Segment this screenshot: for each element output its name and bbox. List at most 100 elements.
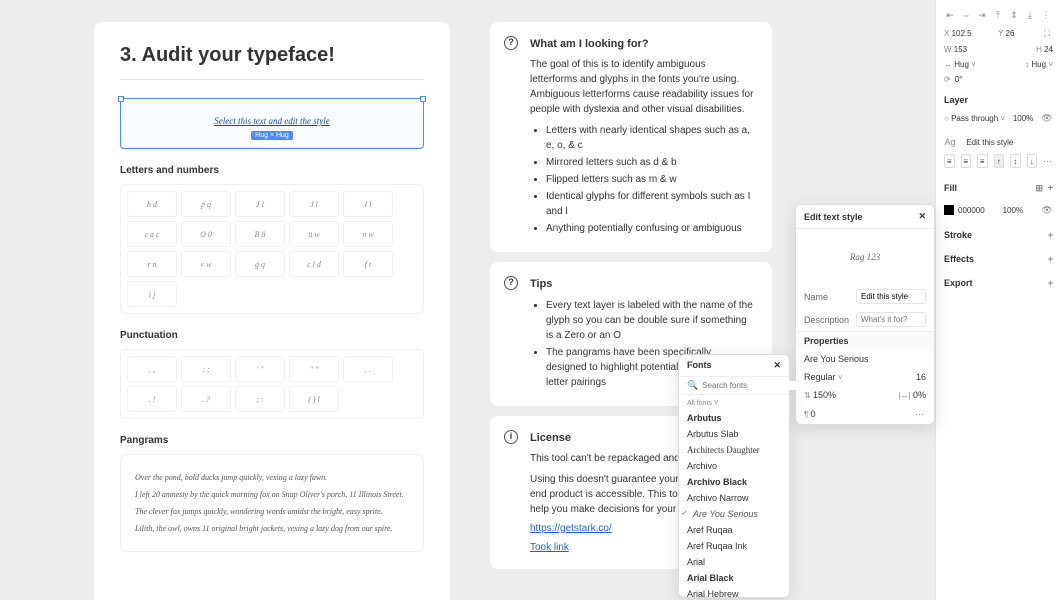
fill-hex[interactable]: 000000 <box>958 206 985 215</box>
font-item[interactable]: Archivo Narrow <box>679 490 789 506</box>
font-weight[interactable]: Regular ˅ <box>804 372 910 382</box>
line-height[interactable]: 150% <box>813 390 836 400</box>
eye-icon[interactable]: 👁 <box>1041 112 1053 124</box>
glyph-cell[interactable]: ' " <box>235 356 285 382</box>
letter-spacing[interactable]: 0% <box>913 390 926 400</box>
pangram-line[interactable]: The clever fox jumps quickly, wondering … <box>135 507 409 516</box>
close-icon[interactable]: ✕ <box>773 360 781 371</box>
align-left-icon[interactable]: ⇤ <box>944 9 956 21</box>
glyph-cell[interactable]: . , <box>127 356 177 382</box>
para-spacing[interactable]: 0 <box>811 409 816 419</box>
close-icon[interactable]: ✕ <box>918 211 926 222</box>
glyph-cell[interactable]: r n <box>127 251 177 277</box>
add-stroke-button[interactable]: + <box>1048 230 1053 240</box>
font-item[interactable]: Aref Ruqaa <box>679 522 789 538</box>
glyph-cell[interactable]: : ; <box>181 356 231 382</box>
glyph-cell[interactable]: B 8 <box>235 221 285 247</box>
pangram-line[interactable]: Lilith, the owl, owns 11 original bright… <box>135 524 409 533</box>
w-value[interactable]: 153 <box>954 45 967 54</box>
font-search-input[interactable] <box>702 381 812 390</box>
effects-section: Effects <box>944 254 974 264</box>
what-card: ? What am I looking for? The goal of thi… <box>490 22 772 252</box>
glyph-cell[interactable]: u w <box>289 221 339 247</box>
glyph-cell[interactable]: ( ) l <box>289 386 339 412</box>
glyph-cell[interactable]: O 0 <box>181 221 231 247</box>
font-item[interactable]: Architects Daughter <box>679 442 789 458</box>
pangram-line[interactable]: I left 20 amnesty by the quick morning f… <box>135 490 409 499</box>
glyph-cell[interactable]: e a c <box>127 221 177 247</box>
glyph-cell[interactable]: c l d <box>289 251 339 277</box>
help-icon: ? <box>504 36 518 50</box>
edit-panel-title: Edit text style <box>804 212 863 222</box>
align-top-icon[interactable]: ⤒ <box>992 9 1004 21</box>
glyph-cell[interactable]: v w <box>181 251 231 277</box>
glyph-cell[interactable]: . ? <box>181 386 231 412</box>
font-item[interactable]: Arbutus <box>679 410 789 426</box>
font-item[interactable]: Are You Serious <box>679 506 789 522</box>
text-right-icon[interactable]: ≡ <box>977 154 988 168</box>
font-size[interactable]: 16 <box>916 372 926 382</box>
audit-card: 3. Audit your typeface! Select this text… <box>94 22 450 600</box>
font-item[interactable]: Archivo Black <box>679 474 789 490</box>
h-value[interactable]: 24 <box>1044 45 1053 54</box>
font-item[interactable]: Arial <box>679 554 789 570</box>
rotation[interactable]: 0° <box>955 75 963 84</box>
font-item[interactable]: Archivo <box>679 458 789 474</box>
text-left-icon[interactable]: ≡ <box>944 154 955 168</box>
add-effect-button[interactable]: + <box>1048 254 1053 264</box>
desc-field[interactable] <box>856 312 926 327</box>
align-hcenter-icon[interactable]: ⇔ <box>960 9 972 21</box>
eye-icon[interactable]: 👁 <box>1041 204 1053 216</box>
align-vcenter-icon[interactable]: ⇕ <box>1008 9 1020 21</box>
add-fill-button[interactable]: + <box>1048 183 1053 193</box>
glyph-cell[interactable]: J I <box>235 191 285 217</box>
export-section: Export <box>944 278 973 288</box>
font-item[interactable]: Arbutus Slab <box>679 426 789 442</box>
font-item[interactable]: Arial Black <box>679 570 789 586</box>
name-field[interactable] <box>856 289 926 304</box>
font-item[interactable]: Aref Ruqaa Ink <box>679 538 789 554</box>
fill-opacity[interactable]: 100% <box>1003 206 1023 215</box>
text-align-toolbar: ≡ ≡ ≡ ↑ ↕ ↓ ⋯ <box>944 151 1053 171</box>
glyph-cell[interactable]: ; : <box>235 386 285 412</box>
glyph-cell[interactable]: J l <box>289 191 339 217</box>
pangram-line[interactable]: Over the pond, bold ducks jump quickly, … <box>135 473 409 482</box>
text-top-icon[interactable]: ↑ <box>994 154 1005 168</box>
y-value[interactable]: 26 <box>1006 29 1015 38</box>
text-center-icon[interactable]: ≡ <box>961 154 972 168</box>
glyph-cell[interactable]: p q <box>181 191 231 217</box>
edit-style-link[interactable]: Edit this style <box>966 138 1013 147</box>
glyph-cell[interactable]: h d <box>127 191 177 217</box>
glyph-cell[interactable]: I l <box>343 191 393 217</box>
expand-icon[interactable]: ⛶ <box>1041 27 1053 39</box>
glyph-cell[interactable]: f t <box>343 251 393 277</box>
more-icon[interactable]: ⋯ <box>1043 155 1053 167</box>
selected-text-frame[interactable]: Select this text and edit the style Hug … <box>120 98 424 149</box>
size-badge: Hug × Hug <box>251 131 293 140</box>
distribute-icon[interactable]: ⋮ <box>1040 9 1052 21</box>
text-middle-icon[interactable]: ↕ <box>1010 154 1021 168</box>
hug-h[interactable]: Hug <box>1031 60 1046 69</box>
font-item[interactable]: Arial Hebrew <box>679 586 789 597</box>
x-value[interactable]: 102.5 <box>952 29 972 38</box>
layer-opacity[interactable]: 100% <box>1013 114 1033 123</box>
more-icon[interactable]: ⋯ <box>914 408 926 420</box>
glyph-cell[interactable]: . . <box>343 356 393 382</box>
glyph-cell[interactable]: . ! <box>127 386 177 412</box>
glyph-cell[interactable]: n w <box>343 221 393 247</box>
text-bottom-icon[interactable]: ↓ <box>1027 154 1038 168</box>
add-export-button[interactable]: + <box>1048 278 1053 288</box>
all-fonts-label: All fonts ˅ <box>679 395 789 410</box>
align-right-icon[interactable]: ⇥ <box>976 9 988 21</box>
hug-w[interactable]: Hug <box>954 60 969 69</box>
align-bottom-icon[interactable]: ⤓ <box>1024 9 1036 21</box>
fill-swatch[interactable] <box>944 205 954 215</box>
glyph-cell[interactable]: i j <box>127 281 177 307</box>
glyph-cell[interactable]: " " <box>289 356 339 382</box>
style-preview: Rag 123 <box>796 229 934 285</box>
blend-mode[interactable]: Pass through <box>951 114 998 123</box>
font-family[interactable]: Are You Serious <box>804 354 926 364</box>
sample-text[interactable]: Select this text and edit the style <box>214 116 329 126</box>
glyph-cell[interactable]: g q <box>235 251 285 277</box>
styles-icon[interactable]: ⊞ <box>1033 182 1045 194</box>
